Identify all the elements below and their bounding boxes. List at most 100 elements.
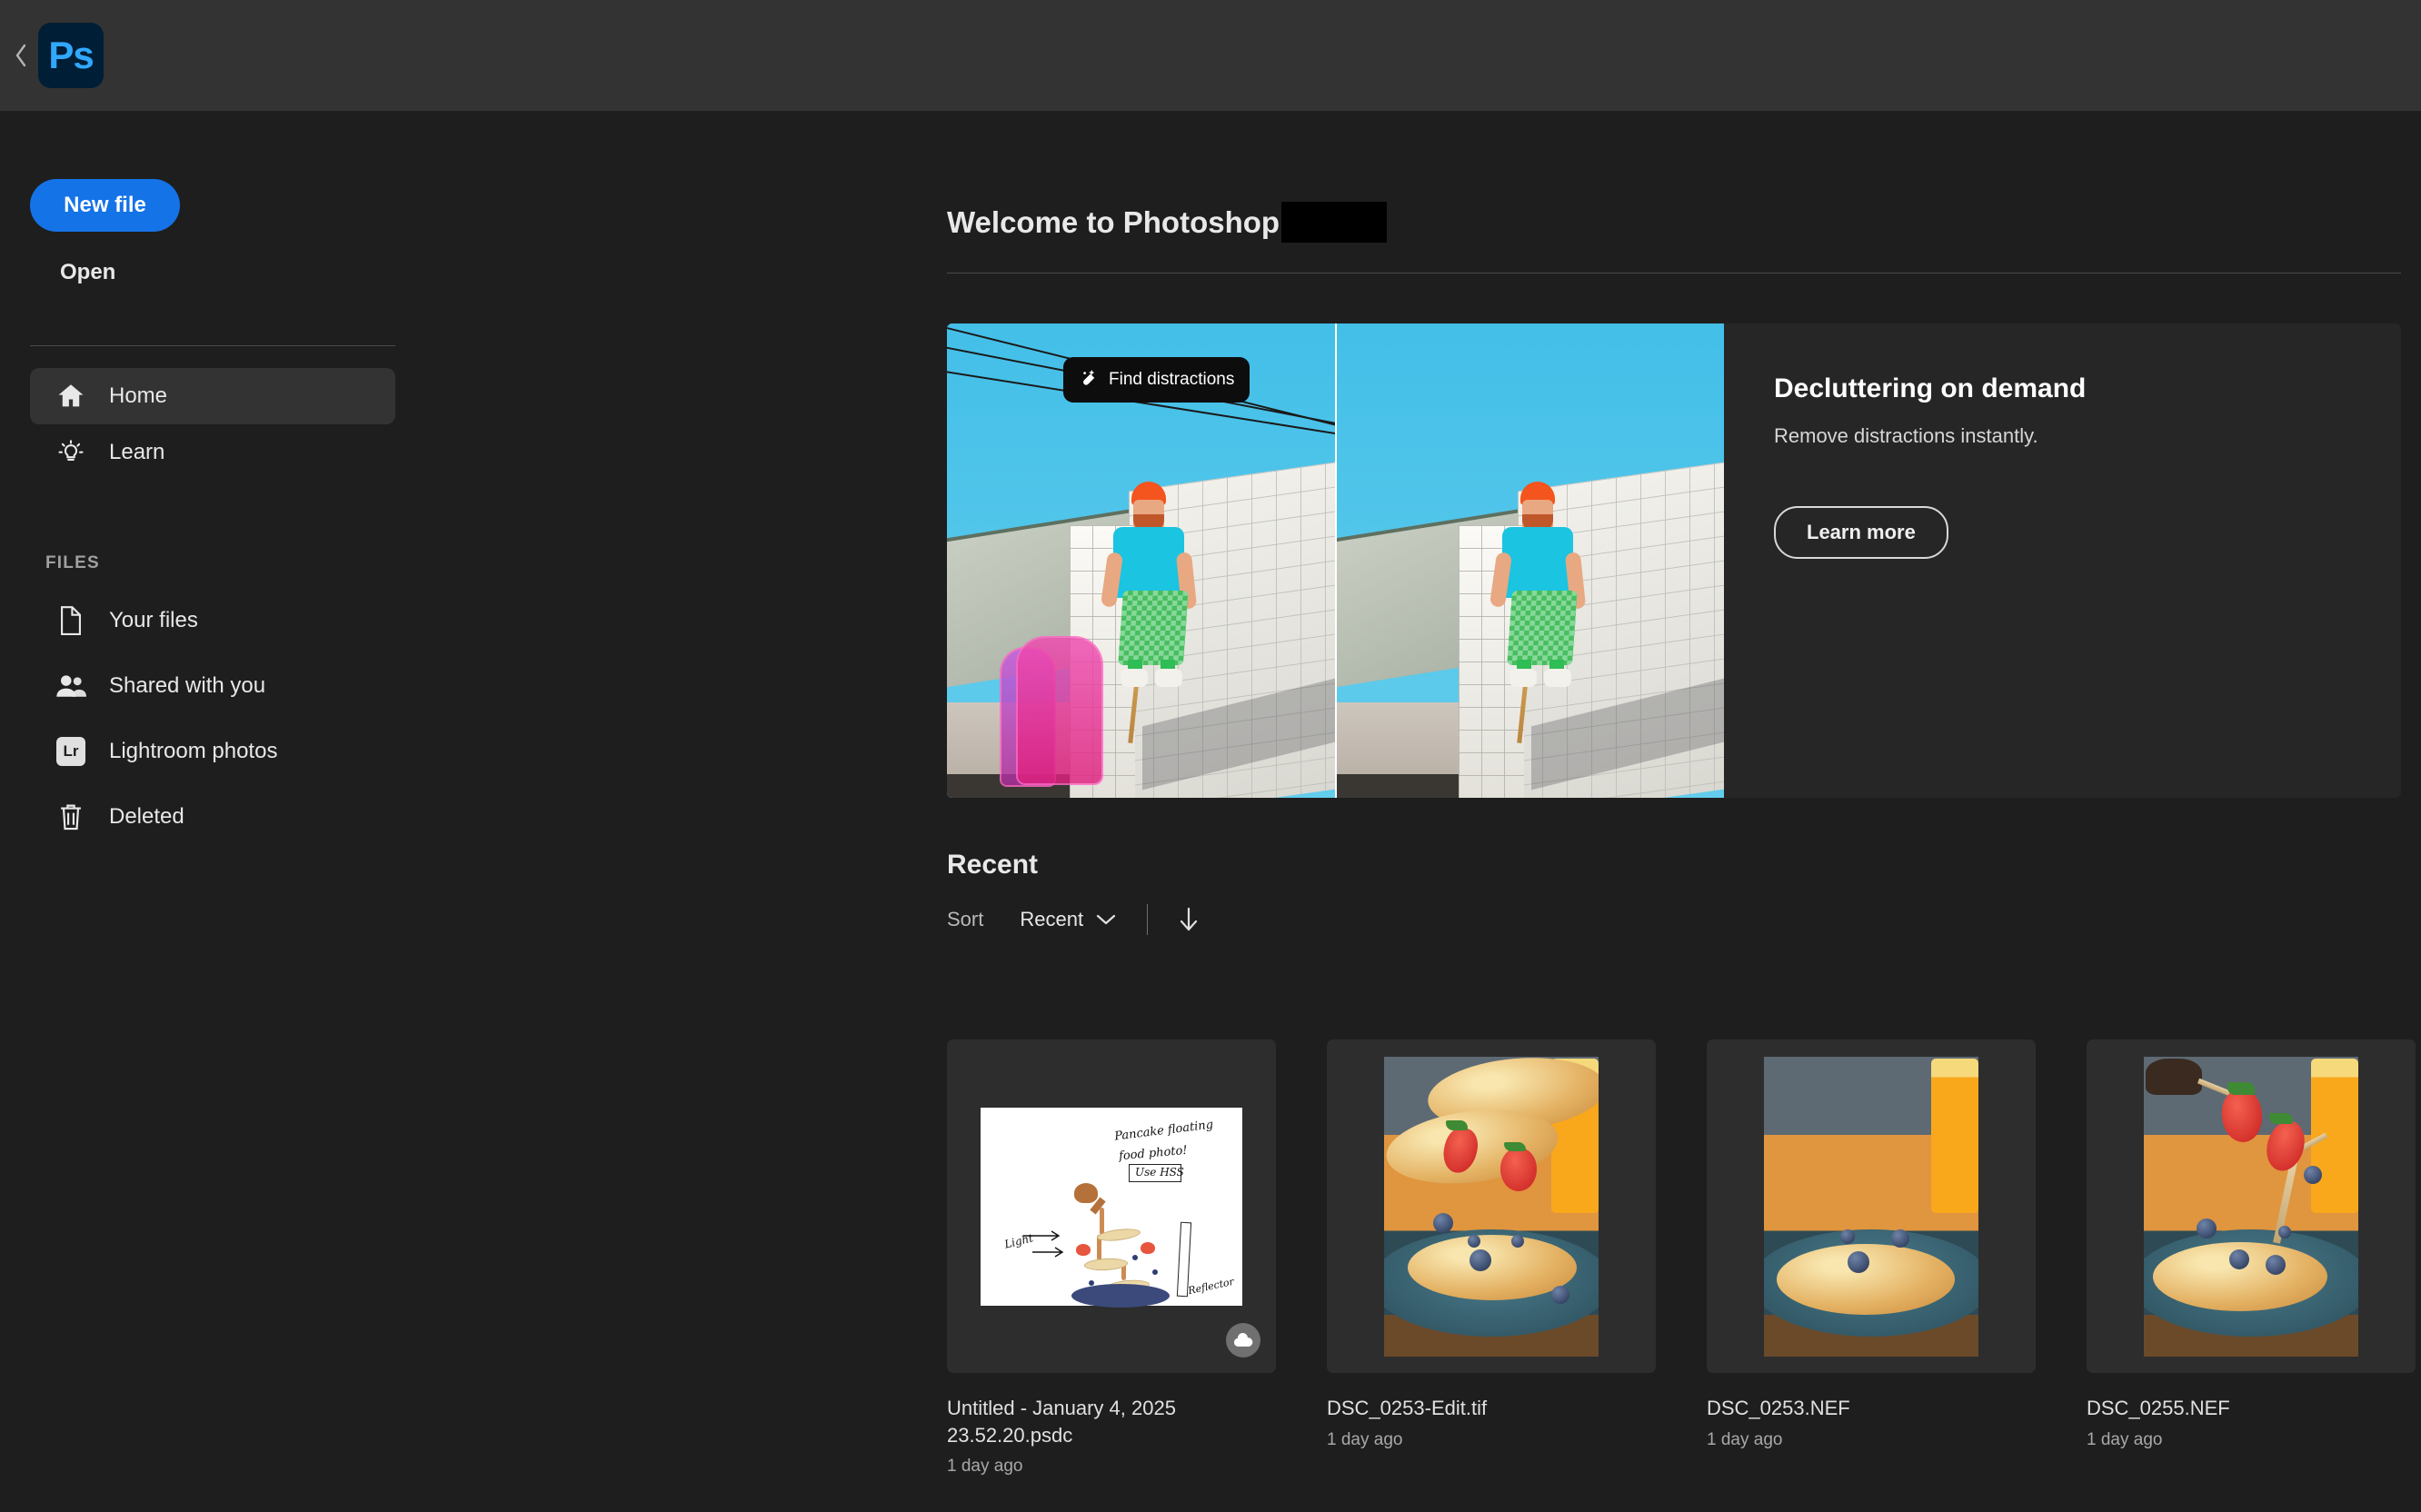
file-name: DSC_0253-Edit.tif <box>1327 1397 1488 1419</box>
syrup-pour <box>1100 1207 1104 1235</box>
arrow-down-icon[interactable] <box>1179 906 1199 933</box>
blueberry <box>1132 1254 1138 1260</box>
new-file-button[interactable]: New file <box>30 179 180 232</box>
sidebar-item-label: Deleted <box>109 804 184 829</box>
open-button[interactable]: Open <box>47 249 128 296</box>
distraction-highlight <box>1018 638 1101 783</box>
pancakes-floating-photo <box>1384 1056 1599 1357</box>
trash-icon <box>53 799 89 835</box>
file-name: DSC_0255.NEF <box>2087 1397 2230 1419</box>
recent-heading: Recent <box>947 850 1039 880</box>
sidebar: New file Open Home Learn FILES Your file… <box>0 111 918 1512</box>
strawberry-leaf <box>2227 1081 2255 1095</box>
file-thumbnail[interactable] <box>1327 1040 1656 1373</box>
hero-image-before: Find distractions <box>947 323 1335 798</box>
plate <box>1071 1283 1170 1308</box>
seated-man <box>1097 482 1206 691</box>
recent-file-card[interactable]: Pancake floating food photo! Use HSS Lig… <box>947 1040 1276 1477</box>
file-thumbnail[interactable]: Pancake floating food photo! Use HSS Lig… <box>947 1040 1276 1373</box>
sort-bar: Sort Recent <box>947 904 1199 935</box>
files-section-label: FILES <box>45 553 100 572</box>
pancake-plain-photo <box>1764 1056 1978 1357</box>
blueberry <box>2266 1254 2286 1275</box>
welcome-row: Welcome to Photoshop <box>947 202 1388 243</box>
hero-banner[interactable]: Find distractions Decluttering on demand… <box>947 323 2401 798</box>
hero-subtitle: Remove distractions instantly. <box>1774 424 2038 447</box>
sketch-title-line2: food photo! <box>1118 1143 1189 1163</box>
chevron-down-icon <box>1096 908 1116 931</box>
sidebar-item-home[interactable]: Home <box>30 368 395 424</box>
recent-file-card[interactable]: DSC_0255.NEF 1 day ago <box>2087 1040 2416 1477</box>
find-distractions-label: Find distractions <box>1109 370 1235 389</box>
pancake-skewers-photo <box>2144 1056 2358 1357</box>
sidebar-item-shared-with-you[interactable]: Shared with you <box>30 653 395 719</box>
blueberry <box>1848 1250 1869 1273</box>
sidebar-item-learn[interactable]: Learn <box>30 424 395 481</box>
blueberry <box>1891 1228 1909 1248</box>
document-icon <box>53 602 89 639</box>
file-timestamp: 1 day ago <box>2087 1429 2163 1449</box>
syrup-jug <box>1074 1182 1098 1203</box>
sort-dropdown[interactable]: Recent <box>1020 908 1116 931</box>
hero-text: Decluttering on demand Remove distractio… <box>1724 323 2401 798</box>
blueberry <box>1470 1248 1491 1271</box>
strawberry-leaf <box>1504 1141 1526 1151</box>
photoshop-logo-text: Ps <box>48 34 94 76</box>
blueberry <box>1089 1279 1094 1286</box>
recent-file-card[interactable]: DSC_0253-Edit.tif 1 day ago <box>1327 1040 1656 1477</box>
photoshop-logo[interactable]: Ps <box>38 23 104 88</box>
spot-healing-brush-icon <box>1079 367 1099 393</box>
sidebar-files-nav: Your files Shared with you Lr Lightroom … <box>30 588 395 850</box>
recent-files-grid: Pancake floating food photo! Use HSS Lig… <box>947 1040 2416 1477</box>
sidebar-divider <box>30 345 395 346</box>
header-divider <box>947 273 2401 274</box>
recent-file-card[interactable]: DSC_0253.NEF 1 day ago <box>1707 1040 2036 1477</box>
hand <box>2146 1058 2202 1095</box>
people-icon <box>53 668 89 704</box>
sketch-artwork: Pancake floating food photo! Use HSS Lig… <box>981 1107 1242 1308</box>
orange-juice-glass <box>1931 1058 1978 1213</box>
file-thumbnail[interactable] <box>1707 1040 2036 1373</box>
sidebar-item-label: Lightroom photos <box>109 739 278 763</box>
sidebar-nav: Home Learn <box>30 368 395 481</box>
strawberry <box>1500 1147 1537 1191</box>
sidebar-item-deleted[interactable]: Deleted <box>30 784 395 850</box>
sidebar-item-label: Shared with you <box>109 673 266 698</box>
blueberry <box>1840 1228 1855 1244</box>
back-chevron-icon[interactable] <box>5 37 36 74</box>
cloud-document-icon <box>1226 1323 1260 1358</box>
blueberry <box>1468 1234 1480 1248</box>
sidebar-item-your-files[interactable]: Your files <box>30 588 395 653</box>
file-timestamp: 1 day ago <box>1327 1429 1403 1449</box>
title-bar: Ps <box>0 0 2421 111</box>
blueberry <box>2304 1165 2322 1184</box>
page-title: Welcome to Photoshop <box>947 204 1280 239</box>
home-icon <box>53 378 89 414</box>
lightroom-icon: Lr <box>53 733 89 770</box>
blueberry <box>1433 1212 1453 1233</box>
learn-more-button[interactable]: Learn more <box>1774 506 1948 559</box>
sort-divider <box>1147 904 1149 935</box>
blueberry <box>2278 1225 2291 1238</box>
strawberry <box>1141 1241 1155 1254</box>
redacted-username <box>1281 202 1388 243</box>
hero-image: Find distractions <box>947 323 1724 798</box>
sidebar-item-lightroom-photos[interactable]: Lr Lightroom photos <box>30 719 395 784</box>
sort-label: Sort <box>947 908 984 930</box>
hero-image-after <box>1336 323 1724 798</box>
main-content: Welcome to Photoshop Find distractions D… <box>918 111 2421 1512</box>
file-name: Untitled - January 4, 2025 23.52.20.psdc <box>947 1397 1176 1447</box>
lightroom-badge-text: Lr <box>56 737 85 766</box>
sidebar-item-label: Home <box>109 383 168 408</box>
strawberry-leaf <box>1446 1119 1468 1130</box>
sidebar-item-label: Learn <box>109 440 165 464</box>
file-timestamp: 1 day ago <box>1707 1429 1783 1449</box>
blueberry <box>1152 1268 1158 1275</box>
find-distractions-badge[interactable]: Find distractions <box>1063 357 1250 403</box>
strawberry-leaf <box>2269 1112 2293 1124</box>
file-thumbnail[interactable] <box>2087 1040 2416 1373</box>
strawberry <box>1076 1243 1091 1256</box>
blueberry <box>2197 1218 2217 1238</box>
blueberry <box>2229 1248 2249 1269</box>
seated-man <box>1486 482 1595 691</box>
